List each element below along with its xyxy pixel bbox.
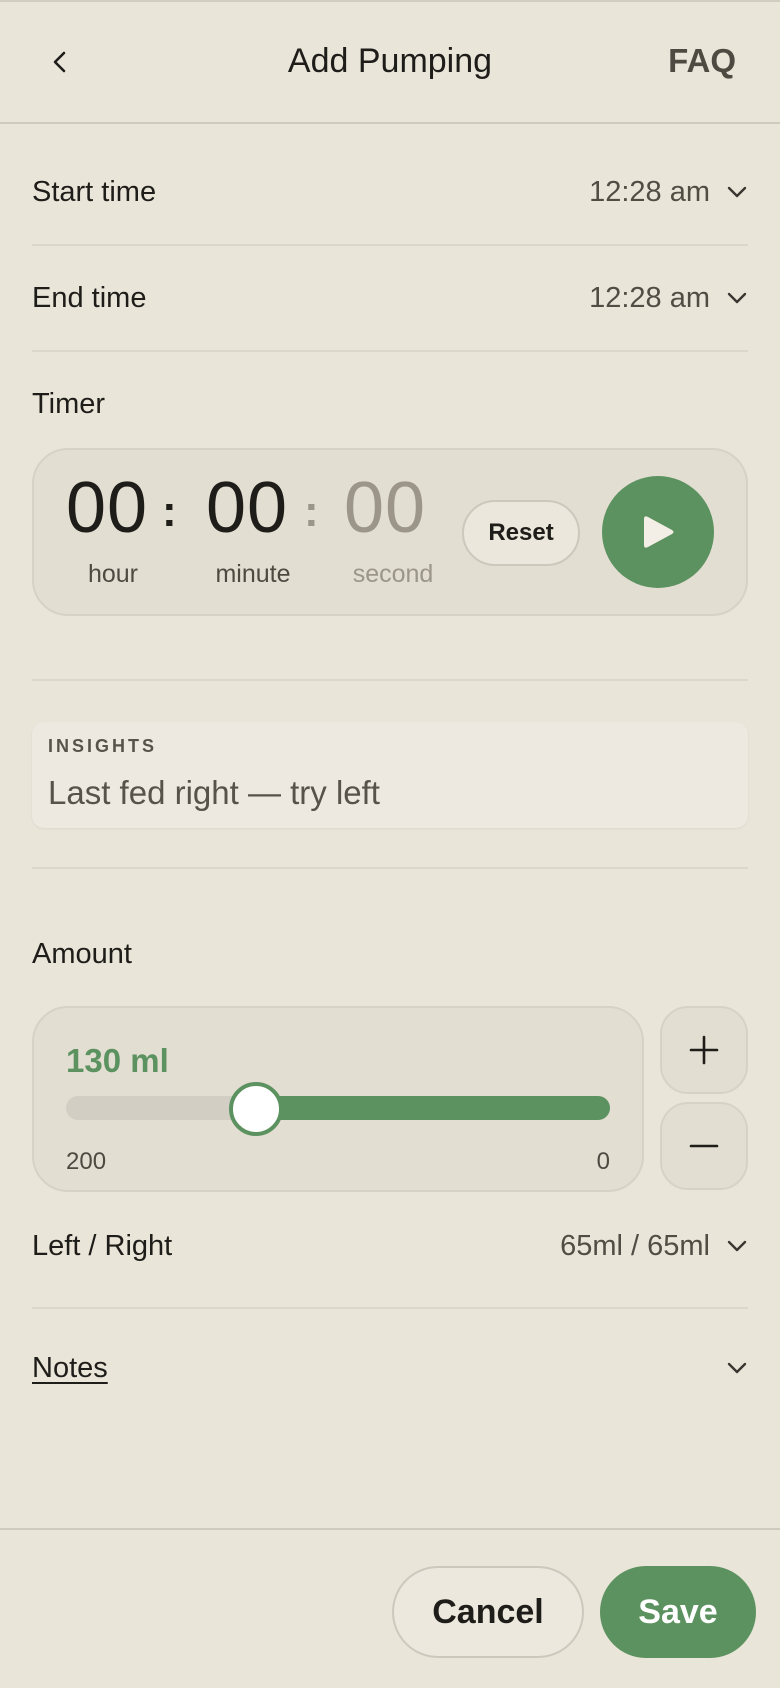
timer-heading-row: Timer <box>32 372 748 436</box>
timer-hour: 00 <box>66 468 149 548</box>
amount-heading-row: Amount <box>32 922 748 986</box>
left-right-dropdown[interactable]: 65ml / 65ml <box>560 1230 748 1263</box>
minute-unit-label: minute <box>215 560 291 588</box>
amount-slider-track[interactable] <box>66 1096 610 1120</box>
hour-unit-label: hour <box>87 560 139 588</box>
timer-separator: : <box>162 487 177 536</box>
play-icon <box>644 516 674 548</box>
timer-second: 00 <box>344 468 427 548</box>
plus-icon <box>689 1035 719 1065</box>
faq-link[interactable]: FAQ <box>668 42 736 80</box>
left-right-value: 65ml / 65ml <box>560 1229 710 1262</box>
second-unit-label: second <box>352 560 434 588</box>
increment-button[interactable] <box>660 1006 748 1094</box>
divider <box>32 244 748 246</box>
save-button[interactable]: Save <box>600 1566 756 1658</box>
divider <box>32 679 748 681</box>
timer-label: Timer <box>32 387 106 420</box>
cancel-button[interactable]: Cancel <box>392 1566 584 1658</box>
chevron-down-icon <box>727 292 747 304</box>
insights-label: INSIGHTS <box>48 736 158 756</box>
amount-scale-right: 0 <box>596 1148 610 1175</box>
amount-card: 130 ml 200 0 <box>32 1006 644 1192</box>
minus-icon <box>689 1144 719 1148</box>
play-button[interactable] <box>602 476 714 588</box>
start-time-dropdown[interactable]: 12:28 am <box>589 176 748 209</box>
chevron-down-icon <box>727 1240 747 1252</box>
end-time-label: End time <box>32 281 147 314</box>
timer-minute: 00 <box>206 468 289 548</box>
header: Add Pumping FAQ <box>0 2 780 124</box>
notes-label[interactable]: Notes <box>32 1352 108 1385</box>
insights-card: INSIGHTS Last fed right — try left <box>32 722 748 828</box>
start-time-row: Start time 12:28 am <box>32 160 748 224</box>
notes-row[interactable]: Notes <box>32 1336 748 1400</box>
reset-button[interactable]: Reset <box>462 500 580 566</box>
amount-value: 130 ml <box>66 1042 169 1079</box>
start-time-value: 12:28 am <box>589 175 710 208</box>
page-title: Add Pumping <box>287 42 493 80</box>
end-time-value: 12:28 am <box>589 281 710 314</box>
decrement-button[interactable] <box>660 1102 748 1190</box>
notes-toggle[interactable] <box>726 1357 748 1379</box>
amount-slider-thumb[interactable] <box>229 1082 284 1136</box>
end-time-dropdown[interactable]: 12:28 am <box>589 282 748 315</box>
left-right-label: Left / Right <box>32 1229 173 1262</box>
end-time-row: End time 12:28 am <box>32 266 748 330</box>
divider <box>32 867 748 869</box>
chevron-down-icon <box>727 186 747 198</box>
amount-slider-fill <box>256 1096 610 1120</box>
amount-label: Amount <box>32 937 132 970</box>
start-time-label: Start time <box>32 175 157 208</box>
insights-text: Last fed right — try left <box>48 774 380 811</box>
chevron-down-icon <box>727 1362 747 1374</box>
footer: Cancel Save <box>0 1528 780 1688</box>
amount-scale-left: 200 <box>66 1148 107 1175</box>
divider <box>32 350 748 352</box>
divider <box>32 1307 748 1309</box>
timer-card: 00 : 00 : 00 hour minute second Reset <box>32 448 748 616</box>
left-right-row: Left / Right 65ml / 65ml <box>32 1214 748 1278</box>
timer-separator: : <box>304 487 319 536</box>
